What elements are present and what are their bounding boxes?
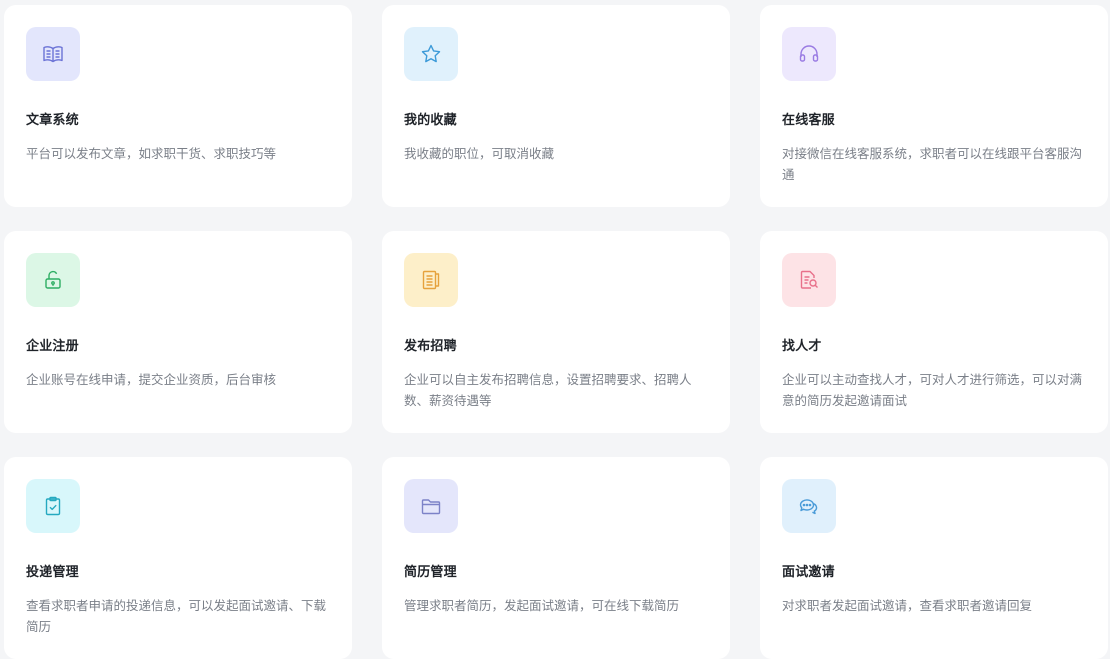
feature-description: 查看求职者申请的投递信息，可以发起面试邀请、下载简历	[26, 598, 327, 634]
document-search-icon	[782, 253, 836, 307]
chat-bubbles-icon	[782, 479, 836, 533]
feature-card-my-favorites[interactable]: 我的收藏 我收藏的职位，可取消收藏	[382, 5, 730, 207]
feature-description: 企业账号在线申请，提交企业资质，后台审核	[26, 372, 277, 387]
feature-title: 找人才	[782, 339, 822, 354]
feature-card-resume-management[interactable]: 简历管理 管理求职者简历，发起面试邀请，可在线下载简历	[382, 457, 730, 659]
feature-description: 对接微信在线客服系统，求职者可以在线跟平台客服沟通	[782, 146, 1083, 182]
feature-description: 平台可以发布文章，如求职干货、求职技巧等	[26, 146, 277, 161]
feature-title: 发布招聘	[404, 339, 457, 354]
feature-title: 文章系统	[26, 113, 79, 128]
feature-card-online-service[interactable]: 在线客服 对接微信在线客服系统，求职者可以在线跟平台客服沟通	[760, 5, 1108, 207]
feature-card-company-register[interactable]: 企业注册 企业账号在线申请，提交企业资质，后台审核	[4, 231, 352, 433]
feature-title: 投递管理	[26, 565, 79, 580]
open-book-icon	[26, 27, 80, 81]
feature-title: 面试邀请	[782, 565, 835, 580]
notebook-icon	[404, 253, 458, 307]
feature-grid: 文章系统 平台可以发布文章，如求职干货、求职技巧等 我的收藏 我收藏的职位，可取…	[0, 0, 1110, 659]
star-icon	[404, 27, 458, 81]
feature-description: 管理求职者简历，发起面试邀请，可在线下载简历	[404, 598, 680, 613]
feature-description: 企业可以主动查找人才，可对人才进行筛选，可以对满意的简历发起邀请面试	[782, 372, 1083, 408]
feature-description: 对求职者发起面试邀请，查看求职者邀请回复	[782, 598, 1033, 613]
feature-title: 我的收藏	[404, 113, 457, 128]
headset-icon	[782, 27, 836, 81]
feature-card-interview-invitation[interactable]: 面试邀请 对求职者发起面试邀请，查看求职者邀请回复	[760, 457, 1108, 659]
clipboard-check-icon	[26, 479, 80, 533]
folder-icon	[404, 479, 458, 533]
feature-title: 简历管理	[404, 565, 457, 580]
feature-description: 企业可以自主发布招聘信息，设置招聘要求、招聘人数、薪资待遇等	[404, 372, 692, 408]
feature-card-delivery-management[interactable]: 投递管理 查看求职者申请的投递信息，可以发起面试邀请、下载简历	[4, 457, 352, 659]
feature-card-article-system[interactable]: 文章系统 平台可以发布文章，如求职干货、求职技巧等	[4, 5, 352, 207]
feature-card-post-job[interactable]: 发布招聘 企业可以自主发布招聘信息，设置招聘要求、招聘人数、薪资待遇等	[382, 231, 730, 433]
feature-card-find-talent[interactable]: 找人才 企业可以主动查找人才，可对人才进行筛选，可以对满意的简历发起邀请面试	[760, 231, 1108, 433]
feature-title: 在线客服	[782, 113, 835, 128]
feature-description: 我收藏的职位，可取消收藏	[404, 146, 555, 161]
feature-title: 企业注册	[26, 339, 79, 354]
unlock-icon	[26, 253, 80, 307]
